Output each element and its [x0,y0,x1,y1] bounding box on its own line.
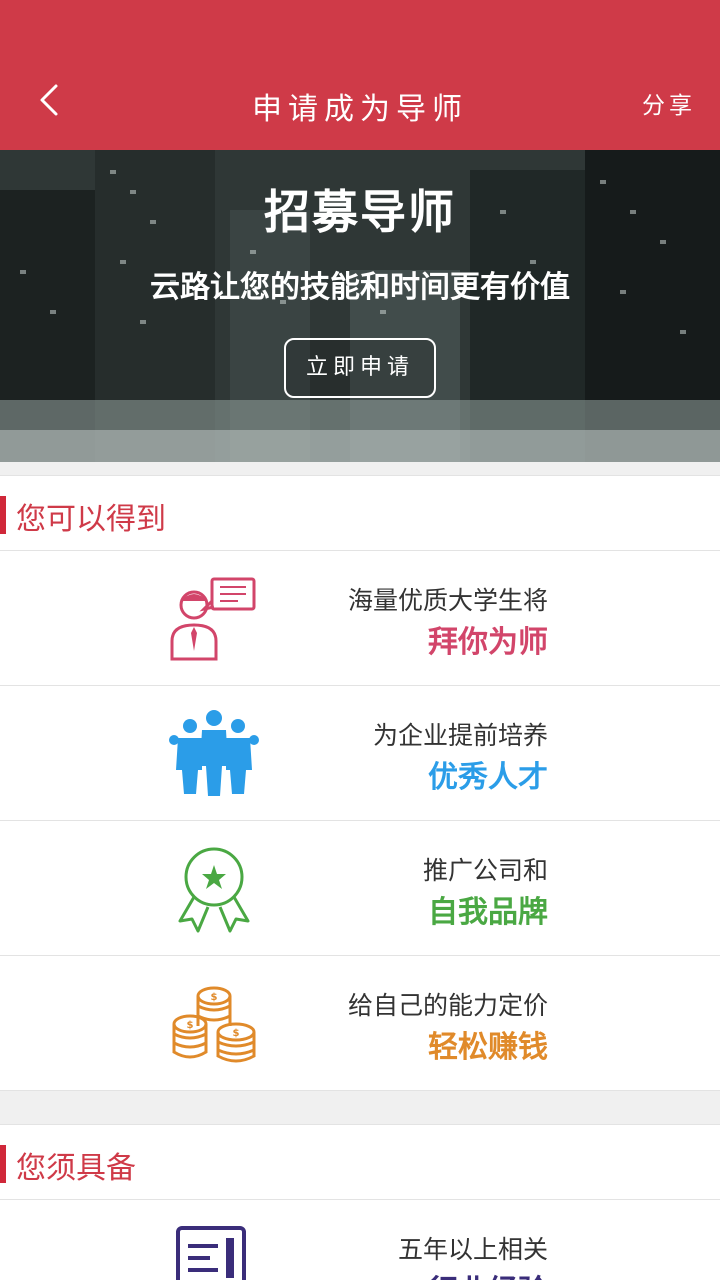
team-icon [169,710,259,796]
list-item: 为企业提前培养 优秀人才 [0,686,720,821]
section-title: 您须具备 [16,1151,136,1186]
banner-subtitle: 云路让您的技能和时间更有价值 [150,270,570,305]
recruit-banner: 招募导师 云路让您的技能和时间更有价值 立即申请 [0,150,720,462]
section-header: 您须具备 [0,1124,720,1200]
svg-text:$: $ [233,1028,240,1039]
page-title: 申请成为导师 [252,92,468,127]
list-item: $ $ $ 给自己的能力定价 轻松赚钱 [0,956,720,1091]
svg-text:$: $ [211,992,218,1003]
section-marker [0,496,6,534]
requirement-highlight: 行业经验 [428,1266,548,1280]
list-item: 推广公司和 自我品牌 [0,821,720,956]
coins-icon: $ $ $ [172,986,256,1063]
section-title: 您可以得到 [16,502,166,537]
requirement-text: 五年以上相关 [397,1235,548,1264]
benefits-section: 您可以得到 海量优质大学生将 拜你为师 为企业提前培养 优秀人才 推广公司和 自… [0,475,720,1091]
list-item: 五年以上相关 行业经验 [0,1200,720,1280]
section-header: 您可以得到 [0,475,720,551]
benefit-highlight: 自我品牌 [428,895,548,930]
benefit-text: 海量优质大学生将 [347,586,548,615]
document-icon [176,1226,246,1280]
share-button[interactable]: 分享 [642,86,696,120]
svg-text:$: $ [187,1020,194,1031]
list-item: 海量优质大学生将 拜你为师 [0,551,720,686]
benefit-highlight: 拜你为师 [428,625,548,660]
benefit-text: 推广公司和 [422,856,548,885]
benefit-text: 为企业提前培养 [372,721,548,750]
banner-title: 招募导师 [264,185,456,239]
benefit-text: 给自己的能力定价 [347,991,548,1020]
requirements-section: 您须具备 五年以上相关 行业经验 [0,1124,720,1280]
top-bar: 申请成为导师 分享 [0,0,720,150]
section-marker [0,1145,6,1183]
apply-now-button[interactable]: 立即申请 [284,338,436,398]
benefit-highlight: 轻松赚钱 [428,1030,548,1065]
teacher-icon [170,577,256,661]
award-badge-icon [178,847,250,933]
benefit-highlight: 优秀人才 [428,760,548,795]
